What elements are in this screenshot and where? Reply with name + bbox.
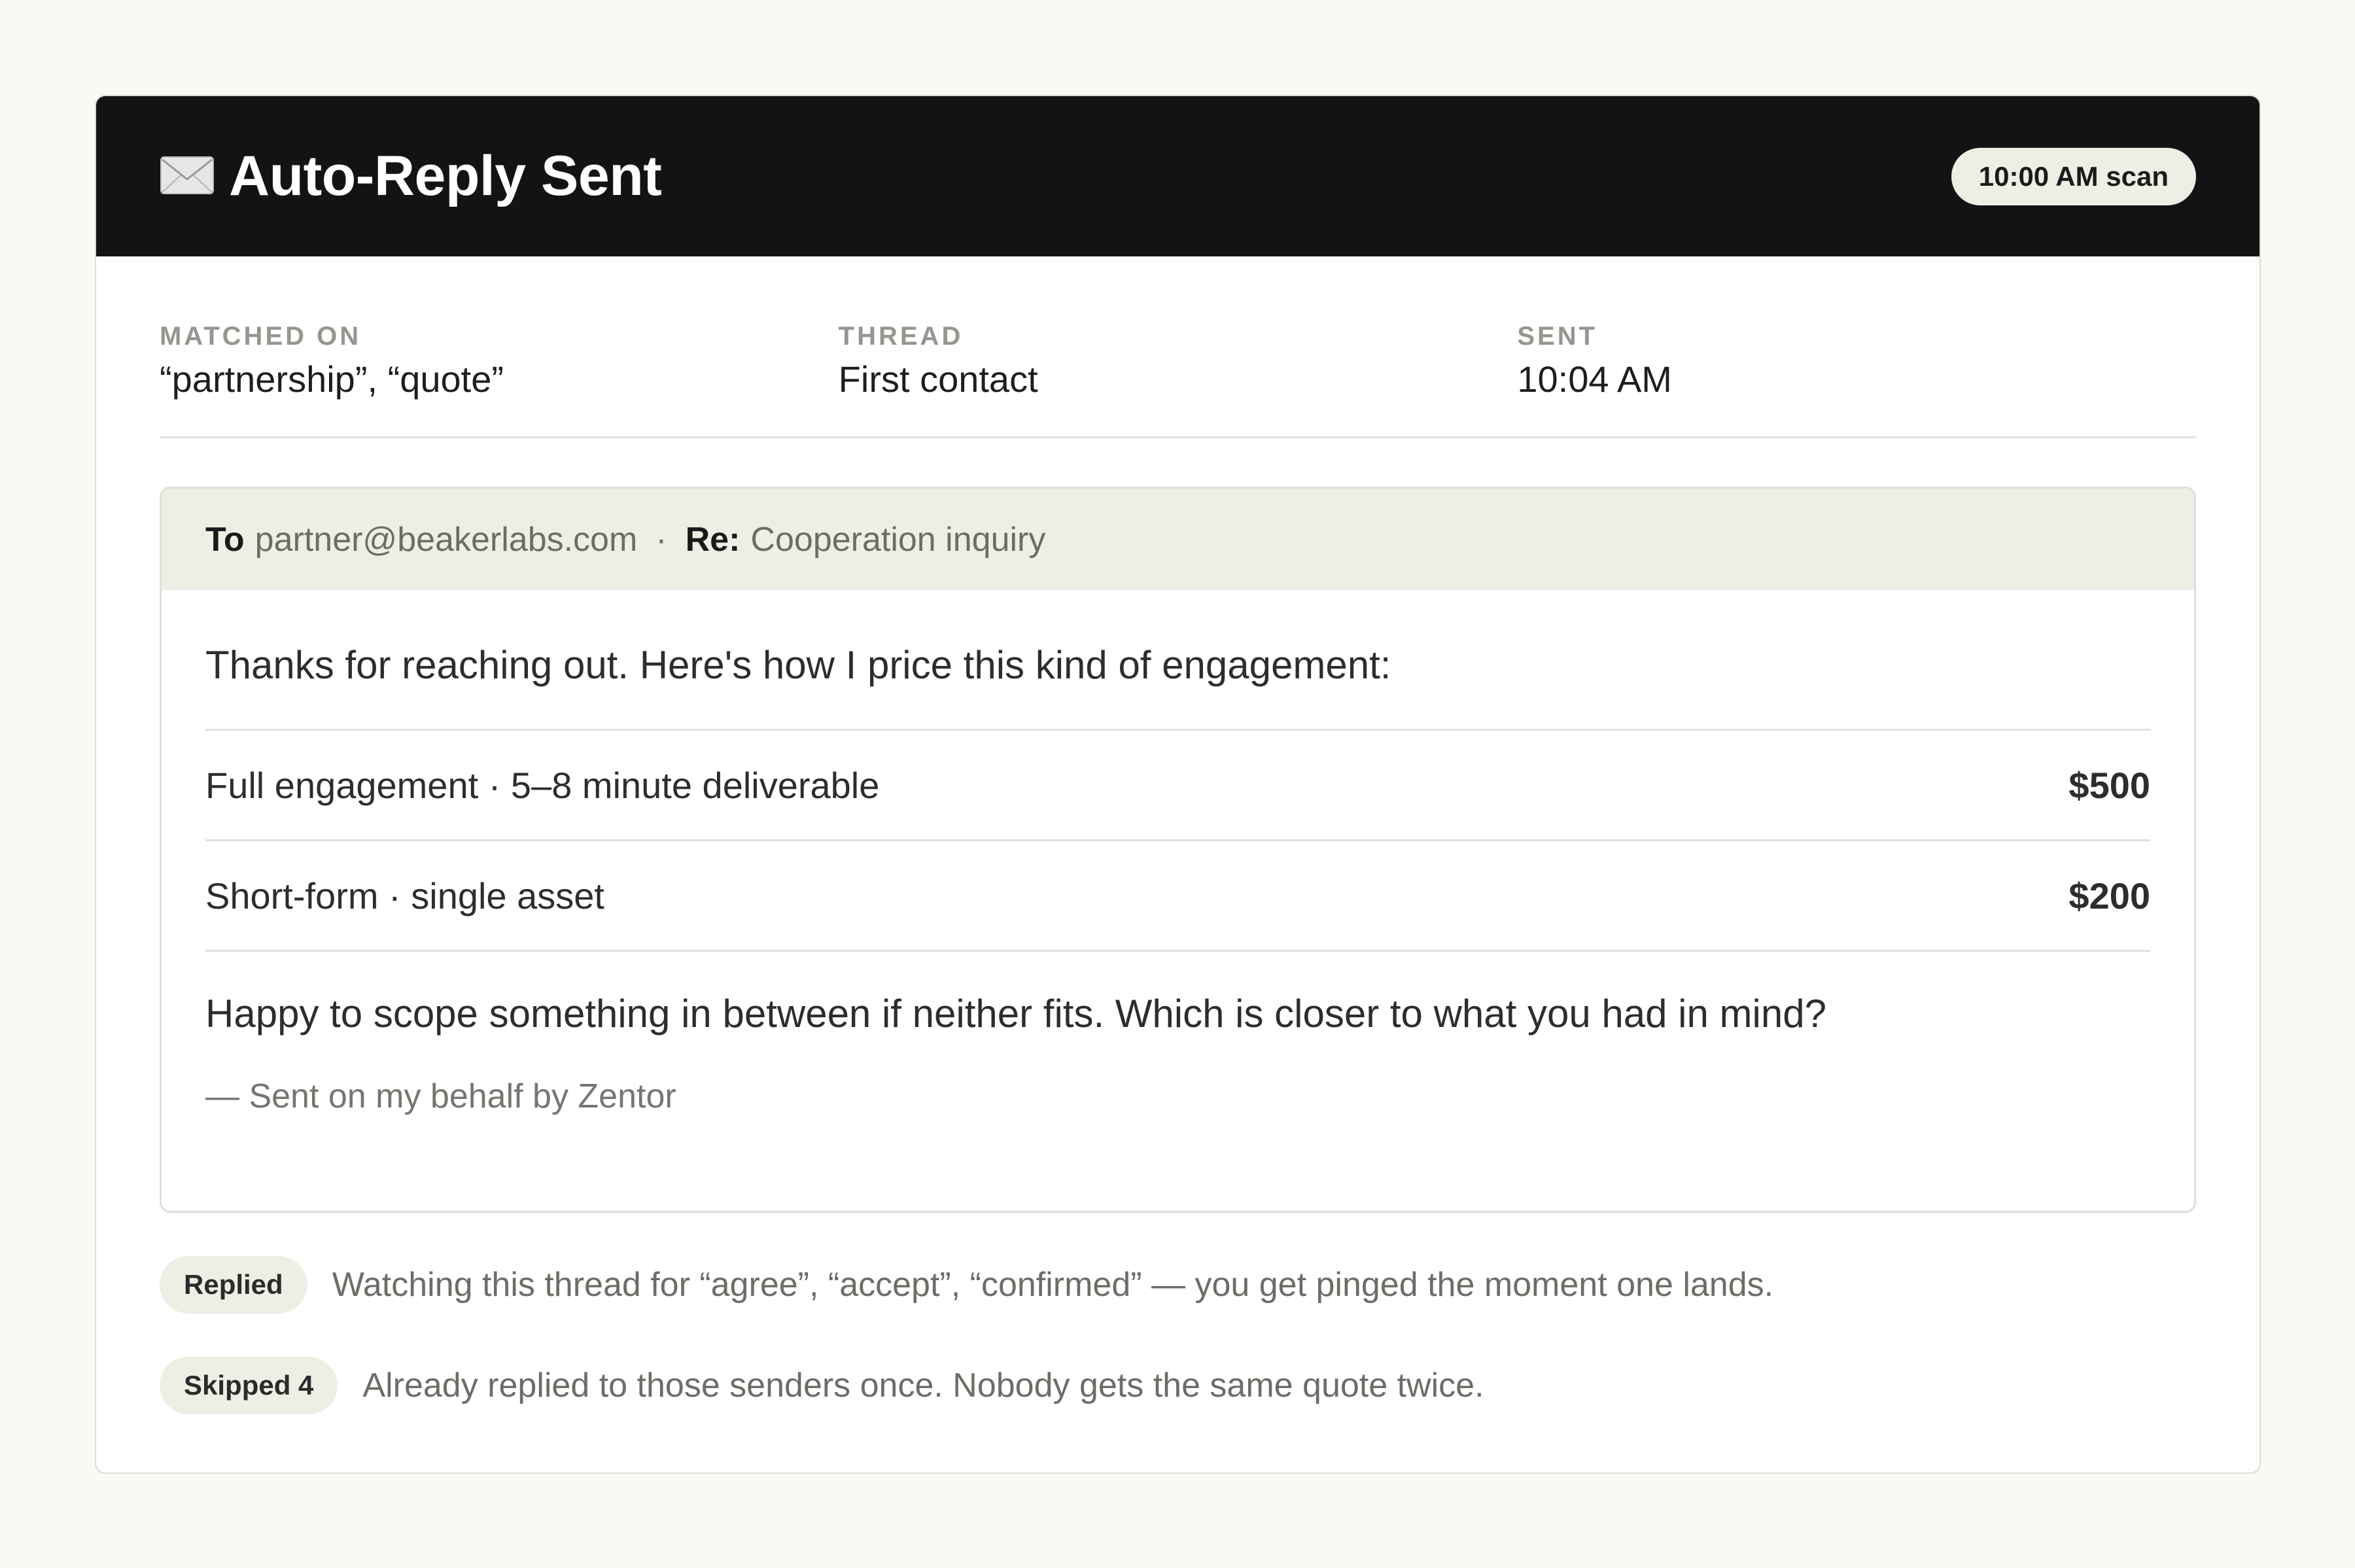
scan-time-badge: 10:00 AM scan bbox=[1951, 147, 2196, 205]
email-body: Thanks for reaching out. Here's how I pr… bbox=[162, 590, 2194, 1116]
email-header: To partner@beakerlabs.com · Re: Cooperat… bbox=[162, 489, 2194, 590]
meta-row: MATCHED ON “partnership”, “quote” THREAD… bbox=[160, 256, 2196, 438]
card-header: Auto-Reply Sent 10:00 AM scan bbox=[96, 96, 2259, 256]
price-amount: $500 bbox=[2068, 764, 2150, 806]
meta-label: MATCHED ON bbox=[160, 322, 362, 351]
envelope-icon bbox=[160, 156, 214, 194]
header-separator: · bbox=[655, 520, 667, 559]
price-label: Full engagement · 5–8 minute deliverable bbox=[205, 764, 880, 806]
status-skipped: Skipped 4 Already replied to those sende… bbox=[160, 1357, 1484, 1414]
header-title-group: Auto-Reply Sent bbox=[160, 144, 662, 209]
skipped-badge: Skipped 4 bbox=[160, 1357, 338, 1414]
meta-label: SENT bbox=[1517, 322, 1598, 351]
price-row: Short-form · single asset $200 bbox=[205, 841, 2150, 952]
email-signature: — Sent on my behalf by Zentor bbox=[205, 1077, 676, 1115]
meta-value: 10:04 AM bbox=[1517, 358, 1672, 400]
email-closing: Happy to scope something in between if n… bbox=[205, 992, 1826, 1036]
meta-thread: THREAD First contact bbox=[839, 322, 1518, 436]
status-replied: Replied Watching this thread for “agree”… bbox=[160, 1256, 1773, 1314]
re-label: Re: bbox=[685, 520, 741, 559]
meta-matched-on: MATCHED ON “partnership”, “quote” bbox=[160, 322, 839, 436]
replied-badge: Replied bbox=[160, 1256, 307, 1314]
price-amount: $200 bbox=[2068, 875, 2150, 916]
recipient-address: partner@beakerlabs.com bbox=[254, 520, 638, 559]
status-text: Watching this thread for “agree”, “accep… bbox=[332, 1266, 1774, 1304]
price-row: Full engagement · 5–8 minute deliverable… bbox=[205, 731, 2150, 841]
to-label: To bbox=[205, 520, 245, 559]
price-label: Short-form · single asset bbox=[205, 875, 604, 916]
meta-value: “partnership”, “quote” bbox=[160, 358, 504, 400]
email-preview: To partner@beakerlabs.com · Re: Cooperat… bbox=[160, 487, 2196, 1213]
auto-reply-card: Auto-Reply Sent 10:00 AM scan MATCHED ON… bbox=[95, 95, 2261, 1474]
status-text: Already replied to those senders once. N… bbox=[362, 1367, 1484, 1404]
email-intro: Thanks for reaching out. Here's how I pr… bbox=[205, 590, 2150, 731]
page-title: Auto-Reply Sent bbox=[229, 145, 662, 207]
email-subject: Cooperation inquiry bbox=[750, 520, 1046, 559]
meta-sent: SENT 10:04 AM bbox=[1517, 322, 2196, 436]
meta-label: THREAD bbox=[838, 322, 964, 351]
meta-value: First contact bbox=[838, 358, 1038, 400]
